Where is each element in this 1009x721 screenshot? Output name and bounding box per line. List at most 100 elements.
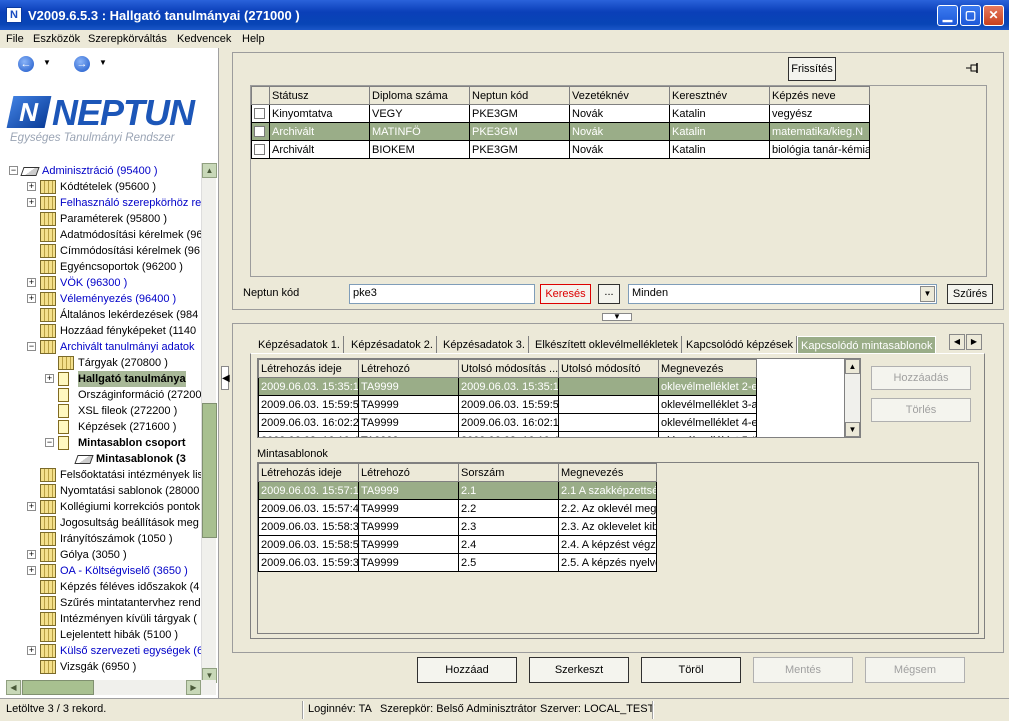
add-button[interactable]: Hozzáad (417, 657, 517, 683)
tree-item[interactable]: + Kódtételek (95600 ) (6, 179, 201, 195)
column-header[interactable]: Képzés neve (769, 86, 870, 105)
search-button[interactable]: Keresés (540, 284, 591, 304)
menu-file[interactable]: File (6, 33, 24, 45)
column-header[interactable]: Utolsó módosítás ... (458, 359, 559, 378)
row-checkbox-cell[interactable] (251, 122, 270, 141)
expand-node-icon[interactable]: + (27, 550, 36, 559)
tree-item[interactable]: Nyomtatási sablonok (28000 (6, 483, 201, 499)
tree-item[interactable]: + Felhasználó szerepkörhöz re (6, 195, 201, 211)
forward-arrow-icon[interactable]: → (74, 56, 90, 72)
scroll-down-icon[interactable]: ▼ (845, 422, 860, 437)
tree-item[interactable]: + Külső szervezeti egységek (6 (6, 643, 201, 659)
close-button[interactable]: ✕ (983, 5, 1004, 26)
tree-item[interactable]: Lejelentett hibák (5100 ) (6, 627, 201, 643)
column-header[interactable]: Utolsó módosító (558, 359, 659, 378)
expand-node-icon[interactable]: + (27, 646, 36, 655)
browse-button[interactable]: ... (598, 284, 620, 304)
tree-item[interactable]: − Mintasablon csoport (6, 435, 201, 451)
scroll-up-icon[interactable]: ▲ (845, 359, 860, 374)
tree-item[interactable]: Szűrés mintatantervhez rend (6, 595, 201, 611)
expand-node-icon[interactable]: + (45, 374, 54, 383)
table-row[interactable]: 2009.06.03. 15:57:4 TA9999 2.2 2.2. Az okle… (258, 499, 657, 518)
expand-node-icon[interactable]: + (27, 566, 36, 575)
filter-select[interactable]: Minden ▼ (628, 284, 937, 304)
expand-node-icon[interactable]: + (27, 294, 36, 303)
add-template-button[interactable]: Hozzáadás (871, 366, 971, 390)
tree-item[interactable]: + Hallgató tanulmánya (6, 371, 201, 387)
forward-dropdown-icon[interactable]: ▼ (99, 58, 107, 67)
delete-button[interactable]: Töröl (641, 657, 741, 683)
row-checkbox-cell[interactable] (251, 140, 270, 159)
tab-scroll-left-icon[interactable]: ◀ (949, 334, 965, 350)
tree-item[interactable]: Jogosultság beállítások meg (6, 515, 201, 531)
tree-item[interactable]: Országinformáció (27200 (6, 387, 201, 403)
tree-item[interactable]: + OA - Költségviselő (3650 ) (6, 563, 201, 579)
tab-3[interactable]: Elkészített oklevélmellékletek (532, 336, 683, 354)
maximize-button[interactable]: ▢ (960, 5, 981, 26)
tab-2[interactable]: Képzésadatok 3. (440, 336, 529, 354)
column-header[interactable]: Létrehozás ideje (258, 463, 359, 482)
table-row[interactable]: Archivált BIOKEM PKE3GM Novák Katalin biológi… (251, 140, 870, 159)
table-row[interactable]: 2009.06.03. 16:10:4TA99992009.06.03. 16:… (258, 431, 757, 437)
tree-item[interactable]: Címmódosítási kérelmek (96 (6, 243, 201, 259)
tree-item[interactable]: Paraméterek (95800 ) (6, 211, 201, 227)
tree-scroll-thumb[interactable] (202, 403, 217, 538)
table-row[interactable]: Kinyomtatva VEGY PKE3GM Novák Katalin vegyész (251, 104, 870, 123)
tree-item[interactable]: − Archivált tanulmányi adatok (6, 339, 201, 355)
table-row[interactable]: 2009.06.03. 16:02:2 TA9999 2009.06.03. 16:… (258, 413, 757, 432)
column-header[interactable]: Vezetéknév (569, 86, 670, 105)
tree-item[interactable]: Tárgyak (270800 ) (6, 355, 201, 371)
row-checkbox[interactable] (254, 108, 265, 120)
row-checkbox[interactable] (254, 144, 265, 156)
row-checkbox[interactable] (254, 126, 265, 138)
column-header[interactable]: Státusz (269, 86, 370, 105)
table-row[interactable]: 2009.06.03. 15:35:1 TA9999 2009.06.03. 15:… (258, 377, 757, 396)
table-row[interactable]: 2009.06.03. 15:58:3 TA9999 2.3 2.3. Az okle… (258, 517, 657, 536)
delete-template-button[interactable]: Törlés (871, 398, 971, 422)
tab-5[interactable]: Kapcsolódó mintasablonok (797, 336, 937, 354)
row-checkbox-cell[interactable] (251, 104, 270, 123)
menu-help[interactable]: Help (242, 33, 265, 45)
tree-vertical-scrollbar[interactable]: ▲ ▼ (201, 163, 217, 683)
table-row[interactable]: Archivált MATINFÖ PKE3GM Novák Katalin matema… (251, 122, 870, 141)
tree-item[interactable]: Hozzáad fényképeket (1140 (6, 323, 201, 339)
tree-item[interactable]: Adatmódosítási kérelmek (96 (6, 227, 201, 243)
column-header[interactable]: Diploma száma (369, 86, 470, 105)
scroll-left-icon[interactable]: ◀ (6, 680, 21, 695)
linked-templates-scrollbar[interactable]: ▲ ▼ (844, 358, 861, 438)
menu-eszkozok[interactable]: Eszközök (33, 33, 80, 45)
expand-node-icon[interactable]: + (27, 198, 36, 207)
tree-item[interactable]: Általános lekérdezések (984 (6, 307, 201, 323)
pin-icon[interactable] (966, 63, 980, 73)
save-button[interactable]: Mentés (753, 657, 853, 683)
refresh-button[interactable]: Frissítés (788, 57, 836, 81)
column-header[interactable]: Megnevezés (658, 359, 757, 378)
menu-kedvencek[interactable]: Kedvencek (177, 33, 231, 45)
table-row[interactable]: 2009.06.03. 15:59:3 TA9999 2.5 2.5. A képzé… (258, 553, 657, 572)
filter-button[interactable]: Szűrés (947, 284, 993, 304)
expand-node-icon[interactable]: + (27, 278, 36, 287)
tree-item[interactable]: Felsőoktatási intézmények lis (6, 467, 201, 483)
tab-scroll-right-icon[interactable]: ▶ (966, 334, 982, 350)
tree-item[interactable]: Képzések (271600 ) (6, 419, 201, 435)
tree-item[interactable]: + Kollégiumi korrekciós pontok (6, 499, 201, 515)
column-header[interactable]: Létrehozó (358, 359, 459, 378)
column-header[interactable]: Sorszám (458, 463, 559, 482)
tree-item[interactable]: Vizsgák (6950 ) (6, 659, 201, 675)
tree-item[interactable]: Egyéncsoportok (96200 ) (6, 259, 201, 275)
expand-node-icon[interactable]: + (27, 502, 36, 511)
expand-node-icon[interactable]: + (27, 182, 36, 191)
menu-szerepkorvaltas[interactable]: Szerepkörváltás (88, 33, 167, 45)
column-header[interactable]: Létrehozás ideje (258, 359, 359, 378)
column-header[interactable]: Keresztnév (669, 86, 770, 105)
neptun-code-input[interactable]: pke3 (349, 284, 535, 304)
collapse-left-icon[interactable]: ◀ (221, 366, 230, 390)
tree-item[interactable]: + Véleményezés (96400 ) (6, 291, 201, 307)
tree-item[interactable]: Mintasablonok (3 (6, 451, 201, 467)
scroll-up-icon[interactable]: ▲ (202, 163, 217, 178)
chevron-down-icon[interactable]: ▼ (920, 286, 935, 302)
back-dropdown-icon[interactable]: ▼ (43, 58, 51, 67)
tree-item[interactable]: Képzés féléves időszakok (4 (6, 579, 201, 595)
tree-item[interactable]: XSL fileok (272200 ) (6, 403, 201, 419)
scroll-right-icon[interactable]: ▶ (186, 680, 201, 695)
